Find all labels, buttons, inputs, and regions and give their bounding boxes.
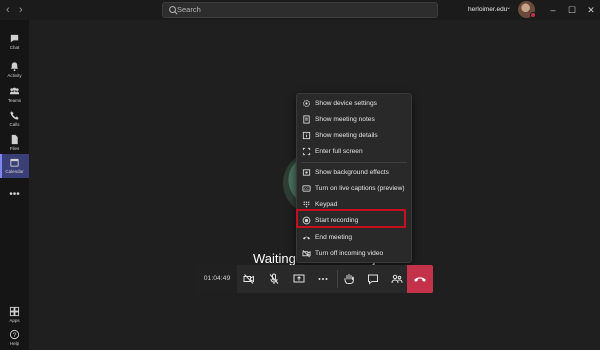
chevron-right-icon[interactable]: › xyxy=(19,3,23,17)
rail-item-calendar[interactable]: Calendar xyxy=(0,154,29,178)
menu-item-turn-off-incoming-video[interactable]: Turn off incoming video xyxy=(297,246,411,262)
menu-divider xyxy=(301,162,407,163)
bell-icon xyxy=(10,62,19,72)
gear-icon xyxy=(302,99,311,108)
rail-item-label: Chat xyxy=(9,45,20,50)
rail-item-activity[interactable]: Activity xyxy=(0,58,29,82)
menu-item-label: End meeting xyxy=(315,234,353,241)
menu-item-live-captions[interactable]: CC Turn on live captions (preview) xyxy=(297,181,411,197)
rail-item-label: Files xyxy=(9,146,20,151)
rail-item-label: Help xyxy=(9,341,20,346)
menu-item-end-meeting[interactable]: End meeting xyxy=(297,230,411,246)
chat-button[interactable] xyxy=(362,265,384,293)
captions-icon: CC xyxy=(302,185,311,192)
call-timer: 01:04:49 xyxy=(197,265,237,293)
rail-item-help[interactable]: ? Help xyxy=(0,326,29,350)
menu-item-meeting-notes[interactable]: Show meeting notes xyxy=(297,112,411,128)
rail-item-chat[interactable]: Chat xyxy=(0,30,29,54)
menu-item-label: Show meeting details xyxy=(315,132,378,139)
microphone-button[interactable] xyxy=(263,265,285,293)
menu-item-background-effects[interactable]: Show background effects xyxy=(297,165,411,181)
notes-icon xyxy=(303,115,310,124)
background-effects-icon xyxy=(302,169,311,176)
search-input[interactable]: Search xyxy=(162,2,438,18)
fullscreen-icon xyxy=(302,147,311,156)
rail-item-label: Calls xyxy=(9,122,20,127)
title-bar: ‹ › Search herloimer.edu ⌄ – ☐ ✕ xyxy=(0,0,600,20)
help-icon: ? xyxy=(9,329,20,340)
menu-item-label: Turn on live captions (preview) xyxy=(315,185,405,192)
video-off-icon xyxy=(302,250,311,258)
share-button[interactable] xyxy=(288,265,310,293)
mic-off-icon xyxy=(269,273,279,284)
hang-up-icon xyxy=(414,277,426,282)
chat-bubble-icon xyxy=(368,274,378,285)
rail-item-label: Activity xyxy=(7,73,22,78)
menu-item-label: Show meeting notes xyxy=(315,116,375,123)
apps-icon xyxy=(9,306,20,317)
rail-item-label: Apps xyxy=(9,318,20,323)
menu-item-label: Turn off incoming video xyxy=(315,250,384,257)
share-screen-icon xyxy=(293,274,305,283)
participants-icon xyxy=(391,274,403,284)
maximize-icon[interactable]: ☐ xyxy=(565,3,579,17)
menu-item-meeting-details[interactable]: Show meeting details xyxy=(297,128,411,144)
rail-item-calls[interactable]: Calls xyxy=(0,107,29,131)
menu-item-full-screen[interactable]: Enter full screen xyxy=(297,144,411,160)
rail-item-label: Calendar xyxy=(5,169,24,174)
info-icon xyxy=(302,131,311,140)
more-apps-icon[interactable]: ••• xyxy=(0,190,29,200)
rail-item-apps[interactable]: Apps xyxy=(0,303,29,327)
hang-up-button[interactable] xyxy=(407,265,433,293)
svg-text:CC: CC xyxy=(304,187,309,191)
chevron-left-icon[interactable]: ‹ xyxy=(6,3,10,17)
minimize-icon[interactable]: – xyxy=(546,3,560,17)
more-options-button[interactable] xyxy=(312,265,334,293)
phone-icon xyxy=(10,111,19,120)
presence-status-icon xyxy=(530,12,536,18)
teams-icon xyxy=(9,87,20,95)
account-name[interactable]: herloimer.edu xyxy=(468,5,507,14)
participants-button[interactable] xyxy=(386,265,408,293)
close-icon[interactable]: ✕ xyxy=(584,3,598,17)
file-icon xyxy=(11,134,18,145)
app-rail: Chat Activity Teams Calls Files Calendar… xyxy=(0,20,29,350)
chevron-down-icon[interactable]: ⌄ xyxy=(506,4,511,13)
rail-item-files[interactable]: Files xyxy=(0,131,29,155)
keypad-icon xyxy=(303,201,310,208)
rail-item-teams[interactable]: Teams xyxy=(0,83,29,107)
search-placeholder: Search xyxy=(177,5,201,14)
menu-item-label: Show background effects xyxy=(315,169,389,176)
chat-icon xyxy=(10,34,19,43)
raise-hand-button[interactable] xyxy=(338,265,360,293)
rail-item-label: Teams xyxy=(7,98,22,103)
menu-item-label: Enter full screen xyxy=(315,148,363,155)
menu-item-device-settings[interactable]: Show device settings xyxy=(297,96,411,112)
menu-item-label: Show device settings xyxy=(315,100,377,107)
more-options-icon xyxy=(318,278,328,280)
camera-off-icon xyxy=(243,274,254,284)
calendar-icon xyxy=(10,158,19,167)
start-recording-highlight xyxy=(296,209,406,228)
more-options-menu: Show device settings Show meeting notes … xyxy=(296,93,412,263)
end-meeting-icon xyxy=(302,236,311,240)
camera-button[interactable] xyxy=(238,265,260,293)
raise-hand-icon xyxy=(344,274,354,284)
svg-text:?: ? xyxy=(13,332,17,339)
